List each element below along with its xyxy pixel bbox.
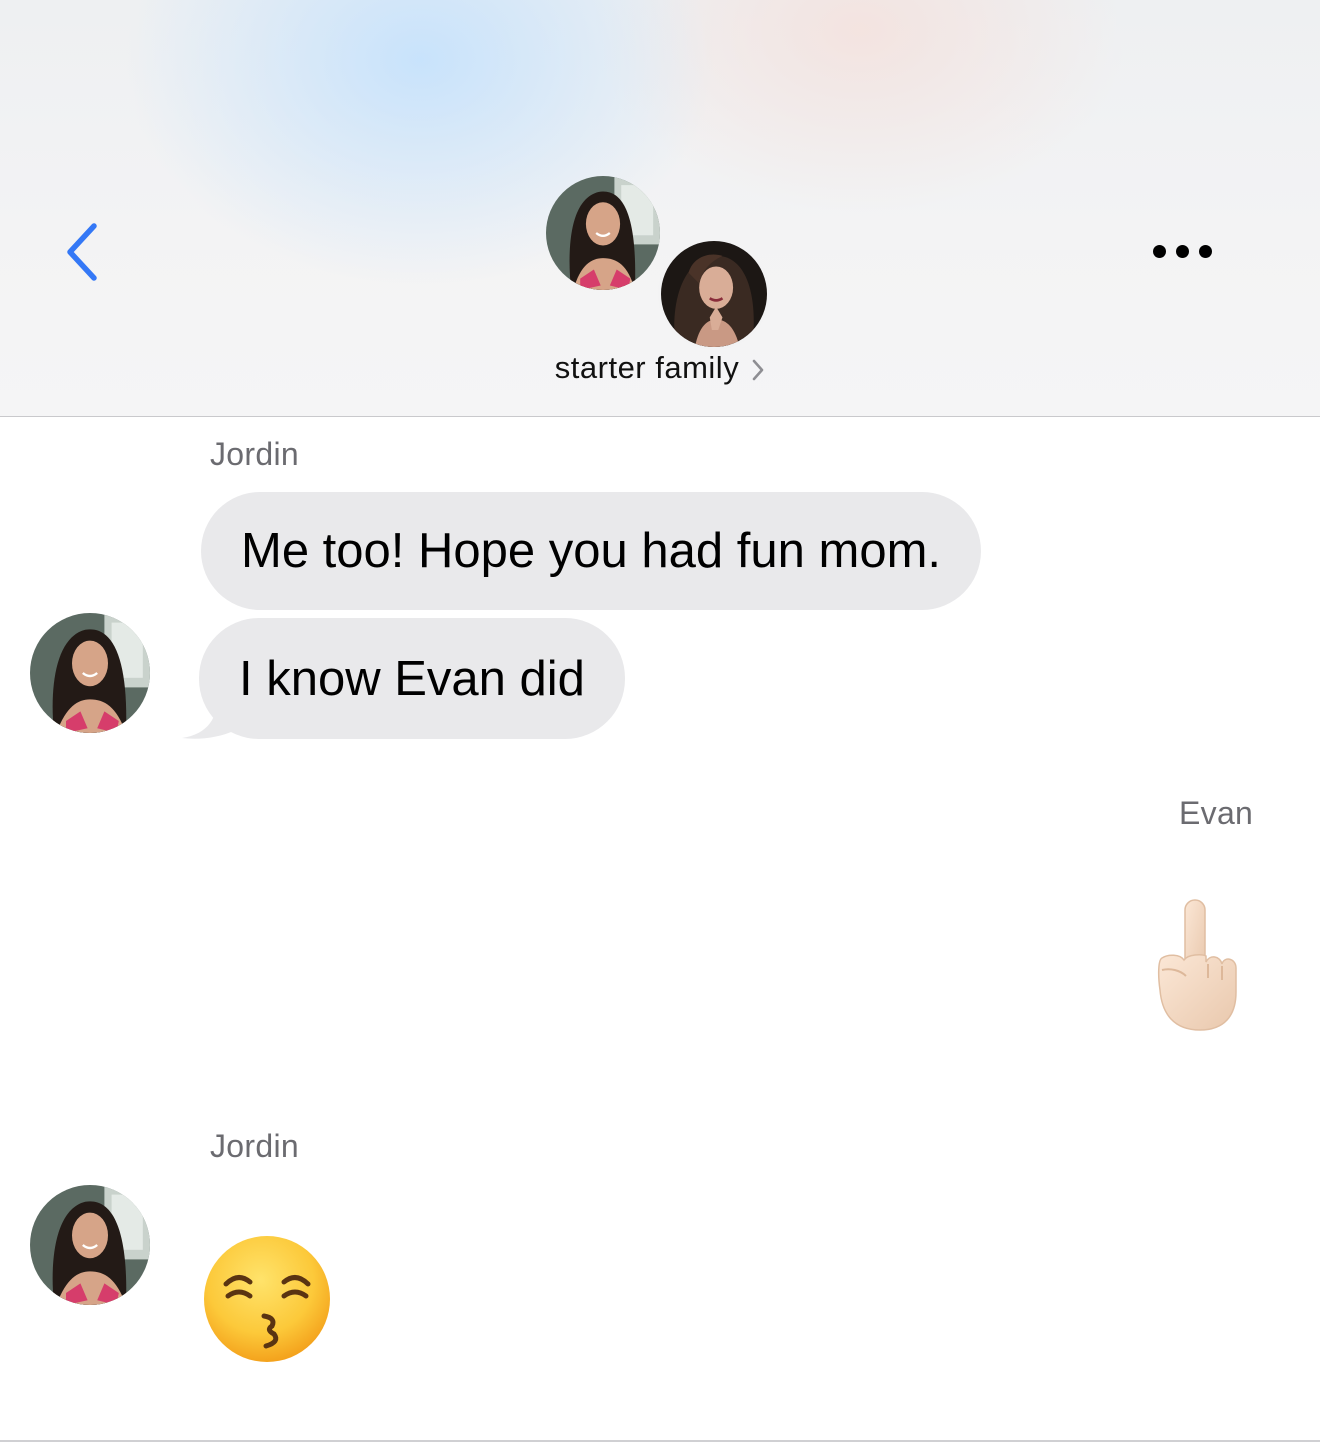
sender-avatar[interactable]	[30, 613, 150, 733]
avatar-photo-jordin	[30, 613, 150, 733]
more-options-button[interactable]	[1140, 228, 1224, 274]
messages-screen: starter family Jordin Me too! Hope you h…	[0, 0, 1320, 1443]
conversation-header: starter family	[0, 0, 1320, 417]
avatar-photo-member	[661, 241, 767, 347]
avatar-photo-jordin	[30, 1185, 150, 1305]
message-bubble[interactable]: Me too! Hope you had fun mom.	[201, 492, 981, 610]
sender-name: Evan	[1179, 795, 1254, 831]
back-button[interactable]	[52, 212, 112, 292]
message-text: I know Evan did	[239, 651, 585, 706]
group-avatar-jordin[interactable]	[546, 176, 660, 290]
ellipsis-icon	[1148, 244, 1217, 258]
kissing-face-smiling-eyes-emoji[interactable]	[202, 1234, 332, 1364]
group-avatar-member[interactable]	[658, 238, 770, 350]
divider	[0, 1440, 1320, 1442]
sender-name: Jordin	[210, 1128, 299, 1164]
sender-avatar[interactable]	[30, 1185, 150, 1305]
sender-name: Jordin	[210, 436, 299, 472]
message-text: Me too! Hope you had fun mom.	[241, 524, 941, 578]
middle-finger-emoji[interactable]	[1152, 896, 1242, 1034]
avatar-photo-jordin	[546, 176, 660, 290]
group-name: starter family	[554, 350, 740, 385]
chevron-right-icon	[752, 359, 764, 381]
message-bubble[interactable]: I know Evan did	[199, 618, 625, 739]
bubble-tail	[182, 694, 236, 739]
chevron-left-icon	[67, 223, 97, 281]
group-name-button[interactable]: starter family	[0, 350, 1320, 386]
